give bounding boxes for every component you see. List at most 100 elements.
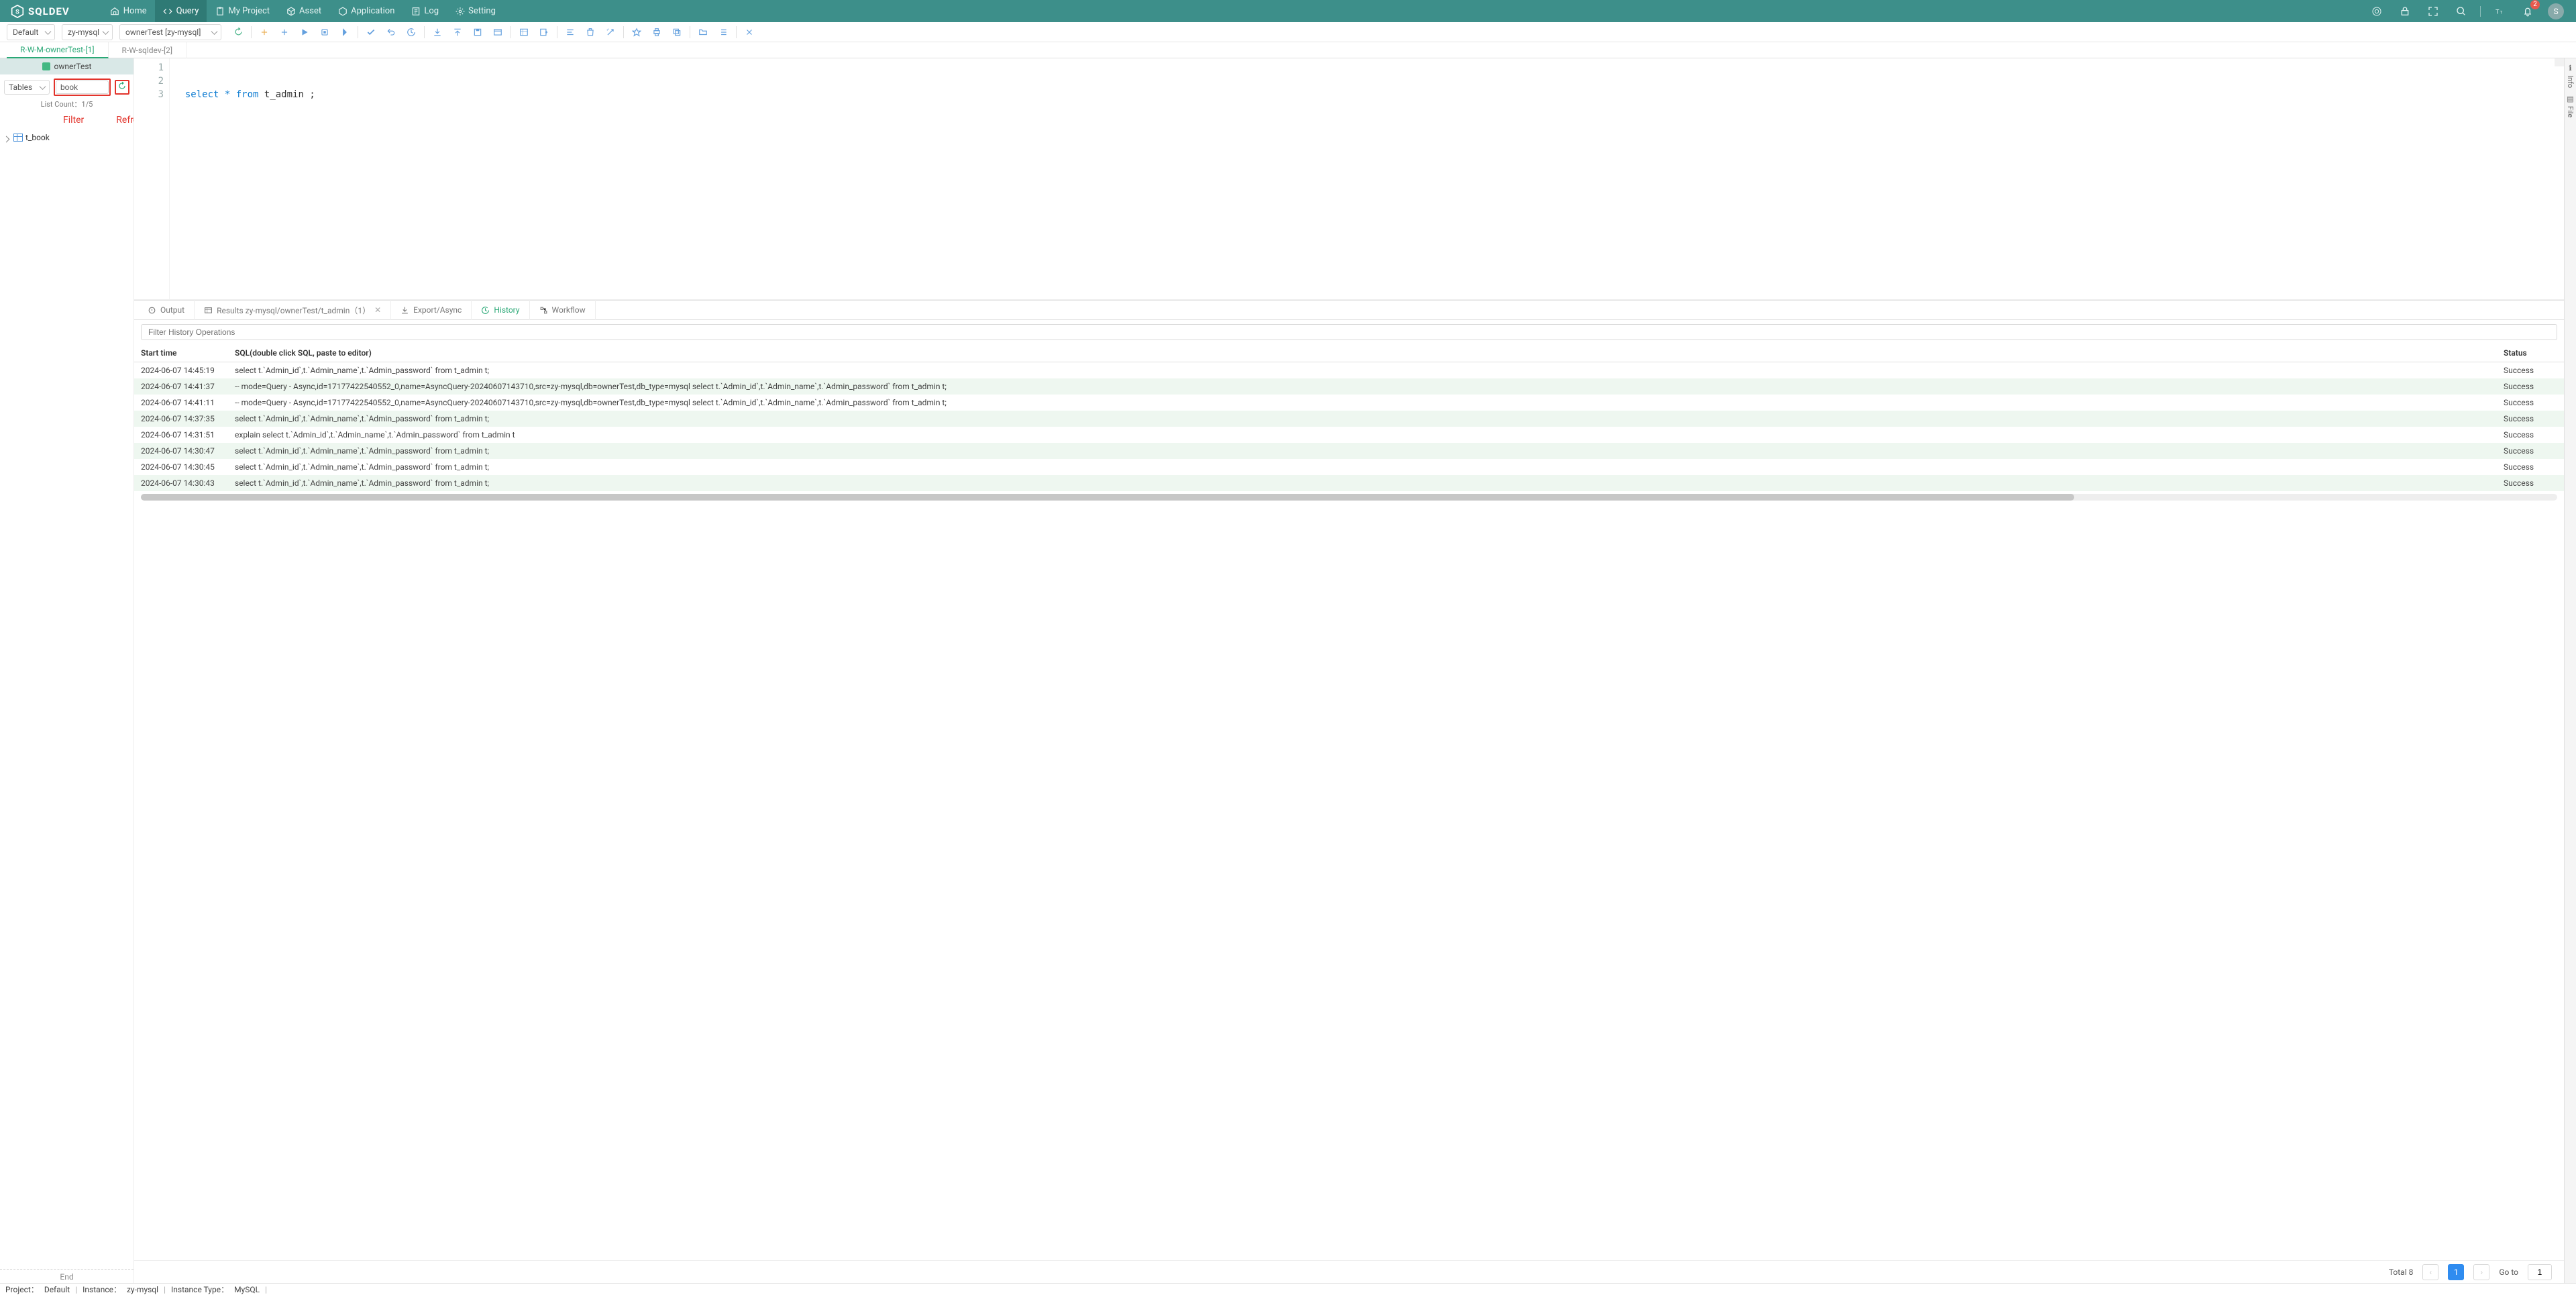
refresh-connection-button[interactable] bbox=[228, 23, 248, 41]
lock-icon[interactable] bbox=[2396, 2, 2414, 21]
history-sql[interactable]: -- mode=Query - Async,id=17177422540552_… bbox=[228, 378, 2497, 395]
history-sql[interactable]: explain select t.`Admin_id`,t.`Admin_nam… bbox=[228, 427, 2497, 443]
col-sql[interactable]: SQL(double click SQL, paste to editor) bbox=[228, 344, 2497, 362]
history-horizontal-scrollbar[interactable] bbox=[141, 494, 2557, 501]
schema-select[interactable]: ownerTest [zy-mysql] bbox=[119, 24, 221, 40]
history-row[interactable]: 2024-06-07 14:30:43select t.`Admin_id`,t… bbox=[134, 475, 2564, 491]
filter-input[interactable] bbox=[56, 81, 109, 94]
clear-button[interactable] bbox=[580, 23, 600, 41]
pagination-next[interactable]: › bbox=[2473, 1264, 2489, 1280]
nav-asset[interactable]: Asset bbox=[278, 0, 329, 22]
results-close-icon[interactable]: ✕ bbox=[374, 305, 381, 315]
explain-button[interactable] bbox=[335, 23, 355, 41]
sql-editor[interactable]: 1 2 3 select * from t_admin ; bbox=[134, 58, 2564, 300]
upload-button[interactable] bbox=[447, 23, 468, 41]
notification-icon[interactable]: 2 bbox=[2518, 2, 2537, 21]
svg-text:S: S bbox=[15, 9, 19, 15]
history-sql[interactable]: select t.`Admin_id`,t.`Admin_name`,t.`Ad… bbox=[228, 443, 2497, 459]
nav-home[interactable]: Home bbox=[102, 0, 155, 22]
right-rail-file[interactable]: ▤ File bbox=[2566, 95, 2575, 117]
font-size-icon[interactable]: TT bbox=[2490, 2, 2509, 21]
run-button[interactable] bbox=[294, 23, 315, 41]
list-button[interactable] bbox=[713, 23, 733, 41]
tab-workflow-label: Workflow bbox=[552, 305, 586, 315]
download-button[interactable] bbox=[427, 23, 447, 41]
tree-row-t_book[interactable]: t_book bbox=[4, 131, 129, 144]
tab-history-label: History bbox=[494, 305, 519, 315]
brand-logo[interactable]: S SQLDEV bbox=[5, 5, 75, 18]
tab-history[interactable]: History bbox=[472, 300, 529, 320]
cube-icon bbox=[286, 6, 296, 16]
fullscreen-icon[interactable] bbox=[2424, 2, 2443, 21]
current-db-header[interactable]: ownerTest bbox=[0, 58, 133, 74]
favorite-button[interactable] bbox=[627, 23, 647, 41]
nav-query[interactable]: Query bbox=[155, 0, 207, 22]
tab-results[interactable]: Results zy-mysql/ownerTest/t_admin（1）✕ bbox=[195, 300, 391, 320]
brand-name: SQLDEV bbox=[28, 5, 70, 17]
snapshot-button[interactable] bbox=[488, 23, 508, 41]
right-rail-info[interactable]: ℹ Info bbox=[2566, 64, 2575, 88]
right-rail-file-label: File bbox=[2566, 106, 2575, 117]
nav-myproject[interactable]: My Project bbox=[207, 0, 278, 22]
history-back-button[interactable] bbox=[401, 23, 421, 41]
history-status: Success bbox=[2497, 459, 2564, 475]
save-file-button[interactable] bbox=[468, 23, 488, 41]
table-icon bbox=[13, 134, 23, 142]
search-icon[interactable] bbox=[2452, 2, 2471, 21]
open-folder-button[interactable] bbox=[693, 23, 713, 41]
status-instance-type-label: Instance Type： bbox=[171, 1284, 229, 1295]
magic-button[interactable] bbox=[600, 23, 621, 41]
instance-select[interactable]: zy-mysql bbox=[62, 24, 113, 40]
history-filter-input[interactable] bbox=[141, 324, 2557, 340]
tab-output[interactable]: Output bbox=[138, 300, 195, 320]
pagination-goto-label: Go to bbox=[2499, 1267, 2518, 1277]
commit-button[interactable] bbox=[361, 23, 381, 41]
ai-icon[interactable] bbox=[2367, 2, 2386, 21]
nav-setting[interactable]: Setting bbox=[447, 0, 504, 22]
tools-button[interactable] bbox=[739, 23, 759, 41]
history-row[interactable]: 2024-06-07 14:30:47select t.`Admin_id`,t… bbox=[134, 443, 2564, 459]
history-time: 2024-06-07 14:30:47 bbox=[134, 443, 228, 459]
pagination-goto-input[interactable] bbox=[2528, 1264, 2552, 1280]
minimap[interactable] bbox=[2555, 58, 2564, 66]
tab-export[interactable]: Export/Async bbox=[391, 300, 472, 320]
print-button[interactable] bbox=[647, 23, 667, 41]
new-tab-button[interactable] bbox=[274, 23, 294, 41]
history-sql[interactable]: select t.`Admin_id`,t.`Admin_name`,t.`Ad… bbox=[228, 362, 2497, 379]
col-status[interactable]: Status bbox=[2497, 344, 2564, 362]
nav-application[interactable]: Application bbox=[329, 0, 402, 22]
refresh-button[interactable] bbox=[117, 81, 127, 93]
stop-button[interactable] bbox=[315, 23, 335, 41]
history-sql[interactable]: select t.`Admin_id`,t.`Admin_name`,t.`Ad… bbox=[228, 459, 2497, 475]
history-row[interactable]: 2024-06-07 14:41:37-- mode=Query - Async… bbox=[134, 378, 2564, 395]
query-tab-1[interactable]: R-W-sqldev-[2] bbox=[109, 42, 187, 58]
history-time: 2024-06-07 14:30:43 bbox=[134, 475, 228, 491]
new-tab-orange-button[interactable] bbox=[254, 23, 274, 41]
history-row[interactable]: 2024-06-07 14:41:11-- mode=Query - Async… bbox=[134, 395, 2564, 411]
history-row[interactable]: 2024-06-07 14:30:45select t.`Admin_id`,t… bbox=[134, 459, 2564, 475]
editor-code[interactable]: select * from t_admin ; bbox=[169, 58, 2564, 299]
current-db-label: ownerTest bbox=[54, 62, 92, 71]
excel-button[interactable] bbox=[514, 23, 534, 41]
copy-button[interactable] bbox=[667, 23, 687, 41]
project-select[interactable]: Default bbox=[7, 24, 55, 40]
history-row[interactable]: 2024-06-07 14:37:35select t.`Admin_id`,t… bbox=[134, 411, 2564, 427]
script-add-button[interactable] bbox=[534, 23, 554, 41]
pagination-prev[interactable]: ‹ bbox=[2422, 1264, 2438, 1280]
pagination-page-1[interactable]: 1 bbox=[2448, 1264, 2464, 1280]
history-sql[interactable]: select t.`Admin_id`,t.`Admin_name`,t.`Ad… bbox=[228, 475, 2497, 491]
history-row[interactable]: 2024-06-07 14:45:19select t.`Admin_id`,t… bbox=[134, 362, 2564, 379]
app-icon bbox=[337, 6, 347, 16]
col-start-time[interactable]: Start time bbox=[134, 344, 228, 362]
history-sql[interactable]: -- mode=Query - Async,id=17177422540552_… bbox=[228, 395, 2497, 411]
nav-log[interactable]: Log bbox=[402, 0, 447, 22]
user-avatar[interactable]: S bbox=[2546, 2, 2565, 21]
rollback-button[interactable] bbox=[381, 23, 401, 41]
query-tab-0[interactable]: R-W-M-ownerTest-[1] bbox=[7, 42, 109, 58]
object-type-select[interactable]: Tables bbox=[4, 80, 50, 95]
history-sql[interactable]: select t.`Admin_id`,t.`Admin_name`,t.`Ad… bbox=[228, 411, 2497, 427]
format-button[interactable] bbox=[560, 23, 580, 41]
history-row[interactable]: 2024-06-07 14:31:51explain select t.`Adm… bbox=[134, 427, 2564, 443]
tab-workflow[interactable]: Workflow bbox=[530, 300, 596, 320]
code-line-3 bbox=[174, 103, 179, 113]
